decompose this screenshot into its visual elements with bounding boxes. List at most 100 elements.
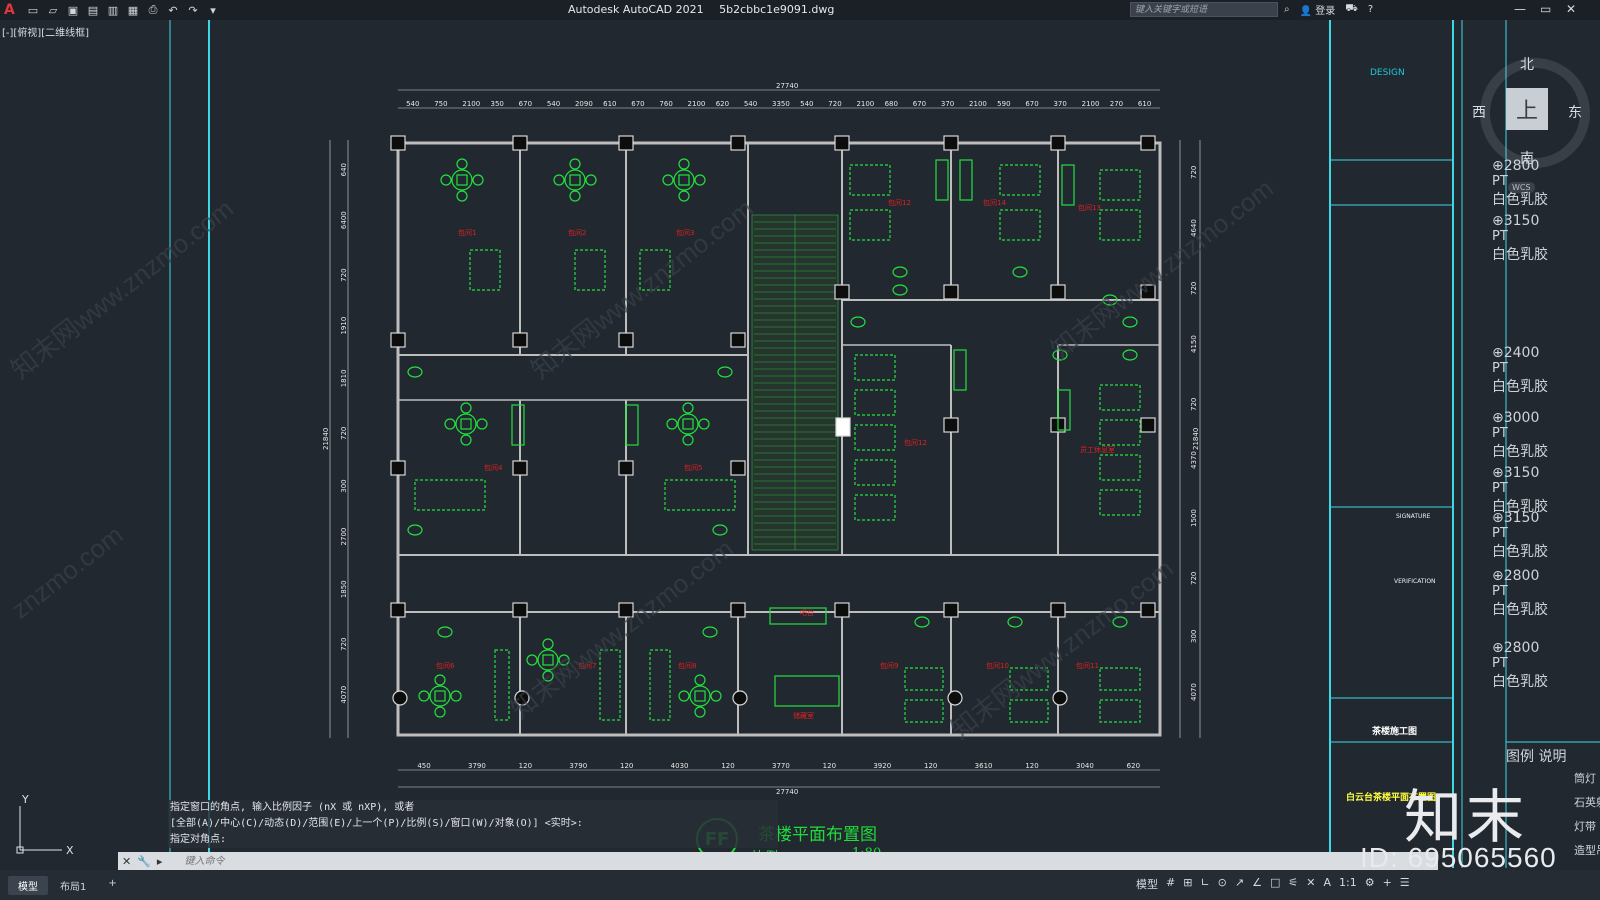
chair [585, 174, 597, 186]
status-tool-button[interactable]: + [1383, 876, 1392, 892]
room-label: 吧台 [800, 608, 814, 617]
tab-add[interactable]: + [98, 876, 126, 895]
search-input[interactable]: 键入关键字或短语 [1130, 2, 1278, 17]
furniture-item [1099, 454, 1141, 481]
furniture-item [999, 209, 1041, 241]
status-tool-button[interactable]: 1:1 [1339, 876, 1357, 892]
redo-icon[interactable]: ↷ [186, 3, 200, 17]
furniture-item [1099, 169, 1141, 201]
dimension-label: 2090 [575, 100, 593, 108]
room-label: 包间1 [458, 228, 476, 237]
dimension-label: 610 [1138, 100, 1151, 108]
command-history-line: [全部(A)/中心(C)/动态(D)/范围(E)/上一个(P)/比例(S)/窗口… [168, 816, 778, 832]
watermark-pattern: 知末网www.znzmo.com znzmo.com 知末网www.znzmo.… [5, 173, 1279, 745]
customize-cmd-icon[interactable]: 🔧 [137, 855, 151, 868]
login-label: 登录 [1315, 6, 1336, 17]
status-tool-button[interactable]: ∠ [1252, 876, 1262, 892]
room-label: 储藏室 [793, 711, 814, 720]
dimension-label: 3790 [468, 762, 486, 770]
column [834, 135, 850, 151]
north-label[interactable]: 北 [1520, 54, 1534, 74]
column [834, 602, 850, 618]
status-tool-button[interactable]: ⚟ [1288, 876, 1298, 892]
maximize-button[interactable]: ▭ [1540, 2, 1551, 16]
dimension-label: 2100 [856, 100, 874, 108]
command-line[interactable]: ✕ 🔧 ▸ [118, 852, 1438, 870]
column [618, 332, 634, 348]
chair [678, 190, 690, 202]
status-tool-button[interactable]: ⚙ [1365, 876, 1375, 892]
save-icon[interactable]: ▣ [66, 3, 80, 17]
save-as-icon[interactable]: ▤ [86, 3, 100, 17]
status-tool-button[interactable]: ☰ [1400, 876, 1410, 892]
title-bar: A ▭ ▱ ▣ ▤ ▥ ▦ ⎙ ↶ ↷ ▾ Autodesk AutoCAD 2… [0, 0, 1600, 20]
status-tool-button[interactable]: ↗ [1235, 876, 1244, 892]
tab-model[interactable]: 模型 [8, 875, 48, 895]
legend-height: ⊕2800 [1492, 158, 1540, 174]
status-tool-button[interactable]: ∟ [1200, 876, 1209, 892]
open-file-icon[interactable]: ▱ [46, 3, 60, 17]
undo-icon[interactable]: ↶ [166, 3, 180, 17]
cart-icon[interactable]: ⛟ [1345, 3, 1358, 16]
dimension-label: 3790 [569, 762, 587, 770]
column [512, 135, 528, 151]
viewcube-top[interactable]: 上 [1506, 88, 1548, 130]
autocad-logo[interactable]: A [4, 2, 20, 18]
table-top [678, 174, 690, 186]
status-tool-button[interactable]: # [1166, 876, 1175, 892]
command-input[interactable] [182, 854, 787, 868]
dimension-label: 720 [1190, 572, 1198, 585]
help-icon[interactable]: ? [1368, 4, 1373, 15]
minimize-button[interactable]: — [1514, 2, 1526, 16]
user-login[interactable]: 👤 登录 [1300, 2, 1336, 17]
file-name: 5b2cbbc1e9091.dwg [719, 3, 835, 16]
chair [569, 158, 581, 170]
status-tool-button[interactable]: ⊙ [1218, 876, 1227, 892]
legend-code: PT [1492, 584, 1508, 599]
chair [569, 190, 581, 202]
west-label[interactable]: 西 [1472, 102, 1486, 122]
print-icon[interactable]: ⎙ [146, 3, 160, 17]
dimension-label: 720 [828, 100, 841, 108]
status-tool-button[interactable]: □ [1270, 876, 1280, 892]
recent-commands-icon[interactable]: ▸ [157, 855, 163, 868]
cabinet [511, 404, 525, 446]
chair [460, 402, 472, 414]
close-cmd-icon[interactable]: ✕ [122, 855, 131, 868]
chair [682, 402, 694, 414]
status-tool-button[interactable]: ✕ [1306, 876, 1315, 892]
east-label[interactable]: 东 [1568, 102, 1582, 122]
dimension-label: 720 [1190, 166, 1198, 179]
furniture-item [849, 164, 891, 196]
legend-height: ⊕2800 [1492, 640, 1540, 656]
table-top [682, 418, 694, 430]
drawing-canvas[interactable]: Y X 27740 27740 21840 21840 540 750 2100 35… [0, 20, 1600, 868]
status-tool-button[interactable]: ⊞ [1183, 876, 1192, 892]
chair [526, 654, 538, 666]
status-tool-button[interactable]: 模型 [1136, 876, 1158, 892]
status-toolbar: 模型 # ⊞ ∟ ⊙ ↗ ∠ □ ⚟ ✕ A 1:1 ⚙ + ☰ [1136, 876, 1410, 892]
close-button[interactable]: ✕ [1566, 2, 1576, 16]
dimension-label: 3040 [1076, 762, 1094, 770]
dim-total-left: 21840 [322, 428, 330, 450]
dimension-label: 4030 [671, 762, 689, 770]
sanitary-fixture [850, 316, 866, 328]
publish-icon[interactable]: ▦ [126, 3, 140, 17]
furniture-item [469, 249, 501, 291]
dimension-label: 1850 [340, 580, 348, 598]
dimension-label: 640 [340, 163, 348, 176]
svg-text:znzmo.com: znzmo.com [5, 519, 128, 624]
sanitary-fixture [892, 284, 908, 296]
search-icon[interactable]: ⌕ [1284, 4, 1290, 15]
customize-toolbar-icon[interactable]: ▾ [206, 3, 220, 17]
new-file-icon[interactable]: ▭ [26, 3, 40, 17]
dimension-label: 300 [1190, 630, 1198, 643]
column [835, 417, 851, 437]
plot-preview-icon[interactable]: ▥ [106, 3, 120, 17]
sanitary-fixture [914, 616, 930, 628]
chair [662, 174, 674, 186]
status-tool-button[interactable]: A [1323, 876, 1331, 892]
tab-layout1[interactable]: 布局1 [50, 876, 96, 895]
room-label: 包间8 [678, 661, 696, 670]
furniture-item [854, 354, 896, 381]
